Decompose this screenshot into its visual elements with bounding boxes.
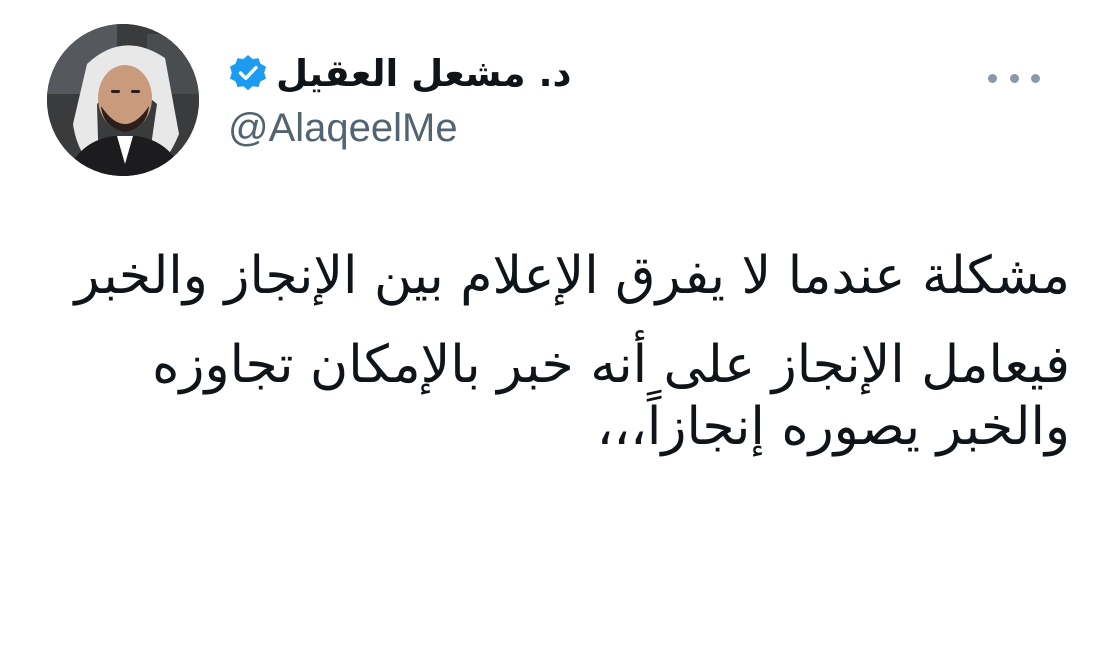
more-options-button[interactable] xyxy=(988,68,1040,88)
author-info: د. مشعل العقيل @AlaqeelMe xyxy=(228,46,728,151)
author-display-name[interactable]: د. مشعل العقيل xyxy=(276,52,572,95)
tweet-header: د. مشعل العقيل @AlaqeelMe xyxy=(0,24,1100,184)
more-dot-icon xyxy=(1031,73,1040,83)
author-name-row: د. مشعل العقيل xyxy=(228,46,728,100)
tweet: د. مشعل العقيل @AlaqeelMe مشكلة عندما لا… xyxy=(0,0,1100,671)
more-dot-icon xyxy=(1009,73,1019,83)
avatar[interactable] xyxy=(47,24,199,176)
author-handle[interactable]: @AlaqeelMe xyxy=(228,106,728,151)
profile-photo-icon xyxy=(47,24,199,176)
verified-badge-icon xyxy=(228,53,268,93)
tweet-paragraph-1: مشكلة عندما لا يفرق الإعلام بين الإنجاز … xyxy=(74,246,1071,306)
tweet-text: مشكلة عندما لا يفرق الإعلام بين الإنجاز … xyxy=(30,246,1071,486)
more-dot-icon xyxy=(988,73,997,83)
tweet-paragraph-2: فيعامل الإنجاز على أنه خبر بالإمكان تجاو… xyxy=(152,335,1070,457)
